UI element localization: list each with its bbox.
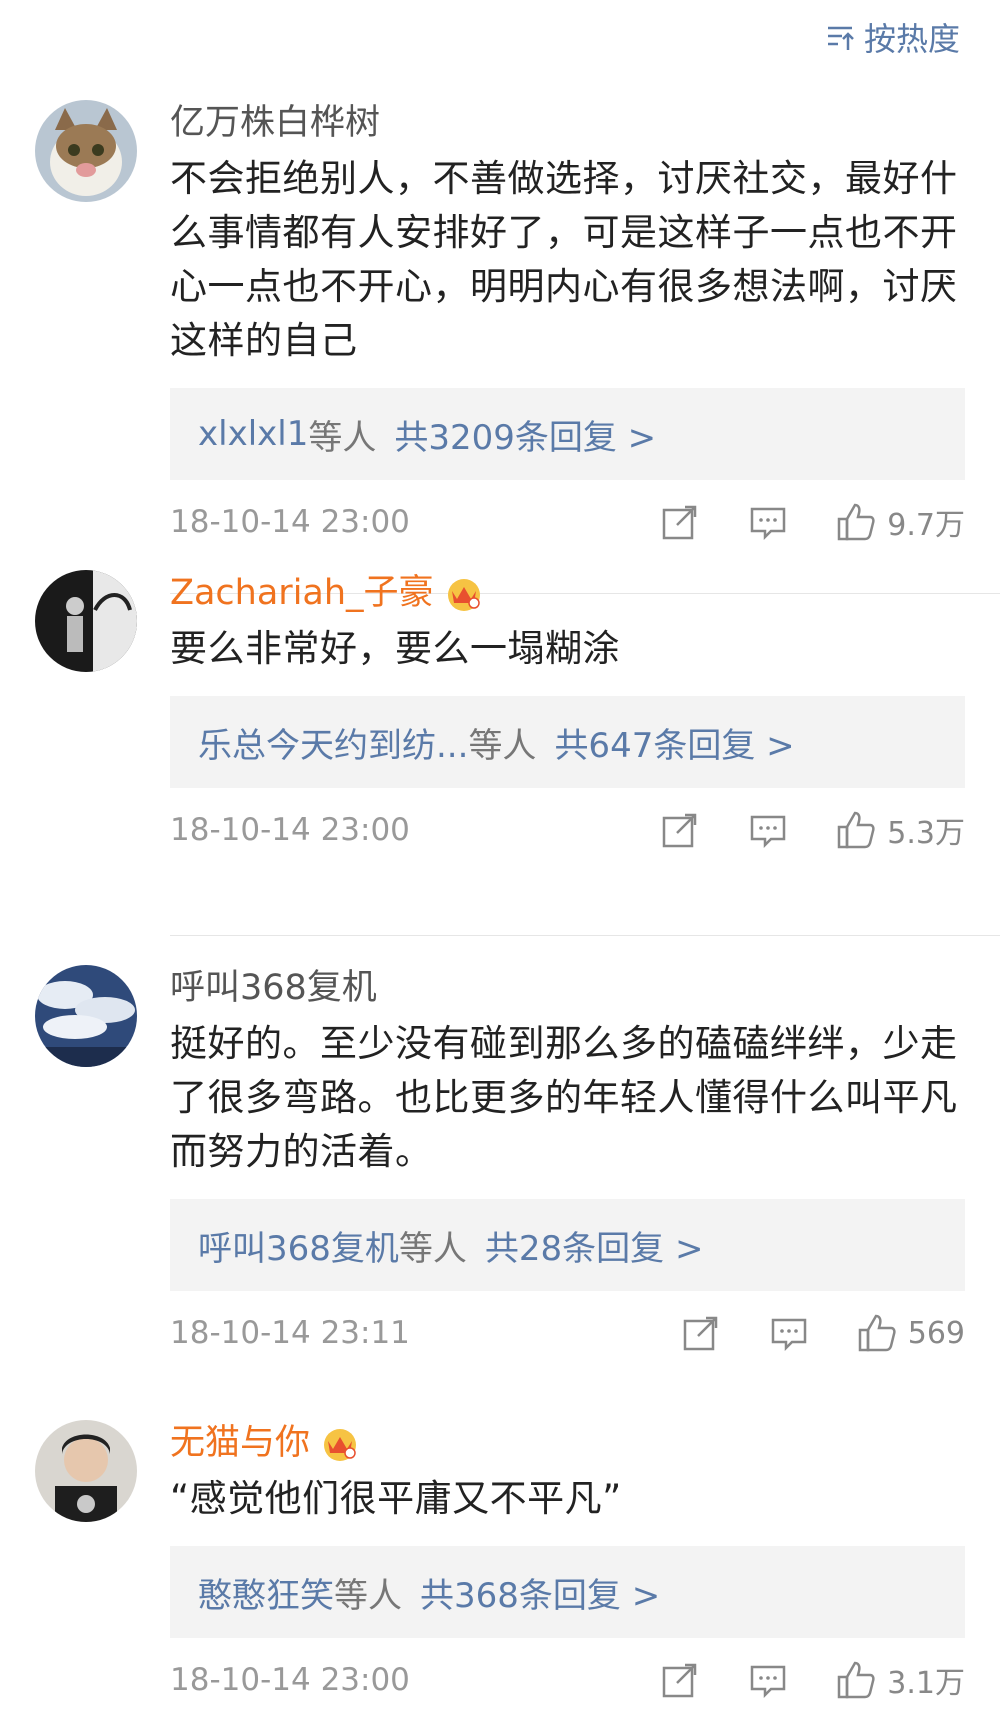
comment-text: 不会拒绝别人，不善做选择，讨厌社交，最好什么事情都有人安排好了，可是这样子一点也… [170,157,958,362]
comment-meta: 18-10-14 23:00 9.7万 [170,480,965,564]
crown-icon [447,579,480,611]
comment-text: “感觉他们很平庸又不平凡” [170,1477,622,1520]
like-icon [858,1314,896,1352]
timestamp: 18-10-14 23:00 [170,1662,410,1698]
reply-mid: 等人 [334,1575,402,1616]
avatar[interactable] [35,1420,137,1522]
reply-count: 共28条回复 > [484,1228,704,1269]
username-text: 呼叫368复机 [170,968,377,1008]
comment-text: 挺好的。至少没有碰到那么多的磕磕绊绊，少走了很多弯路。也比更多的年轻人懂得什么叫… [170,1022,958,1173]
comment-button[interactable] [747,1659,789,1701]
divider [170,935,1000,936]
like-icon [838,503,875,541]
username[interactable]: Zachariah_子豪 [170,570,965,616]
like-button[interactable]: 569 [856,1312,965,1354]
share-button[interactable] [659,501,701,543]
reply-users: 憨憨狂笑 [198,1575,334,1616]
reply-summary[interactable]: xlxlxl1 等人 共3209条回复 > [170,388,965,480]
comment-icon [751,1665,786,1699]
comment-button[interactable] [768,1312,810,1354]
reply-users: 呼叫368复机 [198,1228,399,1269]
share-button[interactable] [680,1312,722,1354]
share-icon [663,1663,697,1698]
timestamp: 18-10-14 23:00 [170,504,410,540]
reply-count: 共368条回复 > [420,1575,661,1616]
reply-count: 共647条回复 > [554,725,795,766]
timestamp: 18-10-14 23:11 [170,1315,410,1351]
like-icon [838,811,875,849]
username-text: Zachariah_子豪 [170,573,434,613]
sort-toggle[interactable]: 按热度 [826,12,960,62]
share-icon [663,505,697,540]
reply-summary[interactable]: 憨憨狂笑 等人 共368条回复 > [170,1546,965,1638]
like-button[interactable]: 3.1万 [835,1658,965,1702]
share-icon [663,813,697,848]
like-button[interactable]: 5.3万 [835,808,965,852]
comment-meta: 18-10-14 23:00 5.3万 [170,788,965,872]
comment-icon [771,1318,806,1352]
share-button[interactable] [659,809,701,851]
reply-mid: 等人 [308,417,377,458]
username-text: 亿万株白桦树 [170,103,381,143]
share-button[interactable] [659,1659,701,1701]
comment-button[interactable] [747,809,789,851]
reply-mid: 等人 [398,1228,467,1269]
sort-label: 按热度 [863,20,960,58]
sort-icon [827,26,854,50]
reply-mid: 等人 [468,725,537,766]
like-count: 9.7万 [887,508,965,543]
comment-button[interactable] [747,501,789,543]
username[interactable]: 无猫与你 [170,1420,965,1466]
reply-summary[interactable]: 呼叫368复机 等人 共28条回复 > [170,1199,965,1291]
username[interactable]: 呼叫368复机 [170,965,965,1011]
like-count: 569 [907,1315,965,1351]
avatar[interactable] [35,100,137,202]
avatar[interactable] [35,965,137,1067]
comment-icon [751,815,786,849]
reply-users: 乐总今天约到纺... [198,725,469,766]
like-icon [838,1661,875,1699]
timestamp: 18-10-14 23:00 [170,812,410,848]
share-icon [683,1316,717,1351]
crown-icon [324,1429,357,1461]
avatar[interactable] [35,570,137,672]
username[interactable]: 亿万株白桦树 [170,100,965,146]
reply-summary[interactable]: 乐总今天约到纺... 等人 共647条回复 > [170,696,965,788]
reply-users: xlxlxl1 [198,414,309,454]
comment-text: 要么非常好，要么一塌糊涂 [170,627,620,670]
like-count: 3.1万 [887,1666,965,1701]
like-button[interactable]: 9.7万 [835,500,965,544]
reply-count: 共3209条回复 > [394,417,657,458]
username-text: 无猫与你 [170,1423,311,1463]
like-count: 5.3万 [887,816,965,851]
comment-meta: 18-10-14 23:00 3.1万 [170,1638,965,1722]
comment-icon [751,507,786,541]
comment-meta: 18-10-14 23:11 569 [170,1291,965,1375]
